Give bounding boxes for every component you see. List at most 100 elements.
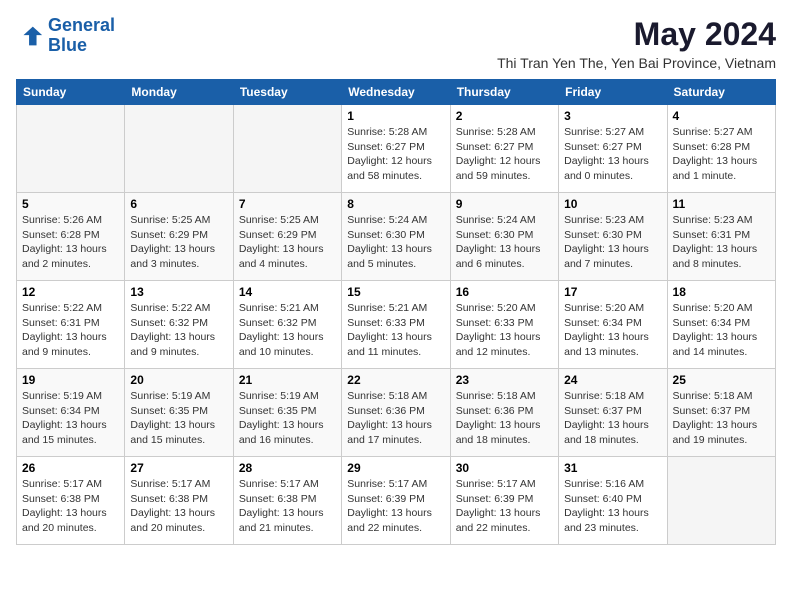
day-number: 19 bbox=[22, 373, 119, 387]
col-header-wednesday: Wednesday bbox=[342, 80, 450, 105]
day-number: 24 bbox=[564, 373, 661, 387]
day-number: 29 bbox=[347, 461, 444, 475]
calendar-cell: 8 Sunrise: 5:24 AMSunset: 6:30 PMDaylight… bbox=[342, 193, 450, 281]
day-info: Sunrise: 5:19 AMSunset: 6:35 PMDaylight:… bbox=[239, 389, 336, 448]
day-number: 21 bbox=[239, 373, 336, 387]
calendar-cell: 2 Sunrise: 5:28 AMSunset: 6:27 PMDaylight… bbox=[450, 105, 558, 193]
day-info: Sunrise: 5:24 AMSunset: 6:30 PMDaylight:… bbox=[456, 213, 553, 272]
day-info: Sunrise: 5:27 AMSunset: 6:27 PMDaylight:… bbox=[564, 125, 661, 184]
day-number: 4 bbox=[673, 109, 770, 123]
day-number: 12 bbox=[22, 285, 119, 299]
calendar-cell: 16 Sunrise: 5:20 AMSunset: 6:33 PMDayligh… bbox=[450, 281, 558, 369]
day-number: 1 bbox=[347, 109, 444, 123]
page-header: General Blue May 2024 Thi Tran Yen The, … bbox=[16, 16, 776, 71]
title-block: May 2024 Thi Tran Yen The, Yen Bai Provi… bbox=[497, 16, 776, 71]
calendar-cell: 20Sunrise: 5:19 AMSunset: 6:35 PMDayligh… bbox=[125, 369, 233, 457]
day-number: 27 bbox=[130, 461, 227, 475]
col-header-sunday: Sunday bbox=[17, 80, 125, 105]
calendar-cell: 31Sunrise: 5:16 AMSunset: 6:40 PMDayligh… bbox=[559, 457, 667, 545]
day-number: 15 bbox=[347, 285, 444, 299]
day-info: Sunrise: 5:27 AMSunset: 6:28 PMDaylight:… bbox=[673, 125, 770, 184]
calendar-cell: 11Sunrise: 5:23 AMSunset: 6:31 PMDayligh… bbox=[667, 193, 775, 281]
logo-line2: Blue bbox=[48, 35, 87, 55]
calendar-cell: 10 Sunrise: 5:23 AMSunset: 6:30 PMDayligh… bbox=[559, 193, 667, 281]
day-number: 25 bbox=[673, 373, 770, 387]
day-info: Sunrise: 5:20 AMSunset: 6:34 PMDaylight:… bbox=[564, 301, 661, 360]
day-number: 28 bbox=[239, 461, 336, 475]
day-info: Sunrise: 5:17 AMSunset: 6:39 PMDaylight:… bbox=[456, 477, 553, 536]
day-number: 31 bbox=[564, 461, 661, 475]
month-year: May 2024 bbox=[497, 16, 776, 53]
logo-icon bbox=[16, 22, 44, 50]
col-header-tuesday: Tuesday bbox=[233, 80, 341, 105]
calendar-cell: 6 Sunrise: 5:25 AMSunset: 6:29 PMDaylight… bbox=[125, 193, 233, 281]
calendar-cell: 29 Sunrise: 5:17 AMSunset: 6:39 PMDayligh… bbox=[342, 457, 450, 545]
day-number: 5 bbox=[22, 197, 119, 211]
day-info: Sunrise: 5:17 AMSunset: 6:39 PMDaylight:… bbox=[347, 477, 444, 536]
day-number: 9 bbox=[456, 197, 553, 211]
calendar-cell: 4 Sunrise: 5:27 AMSunset: 6:28 PMDaylight… bbox=[667, 105, 775, 193]
day-info: Sunrise: 5:28 AMSunset: 6:27 PMDaylight:… bbox=[347, 125, 444, 184]
day-number: 22 bbox=[347, 373, 444, 387]
calendar-cell: 23Sunrise: 5:18 AMSunset: 6:36 PMDayligh… bbox=[450, 369, 558, 457]
calendar-week-3: 12 Sunrise: 5:22 AMSunset: 6:31 PMDayligh… bbox=[17, 281, 776, 369]
day-info: Sunrise: 5:21 AMSunset: 6:33 PMDaylight:… bbox=[347, 301, 444, 360]
day-info: Sunrise: 5:20 AMSunset: 6:33 PMDaylight:… bbox=[456, 301, 553, 360]
calendar-cell: 27 Sunrise: 5:17 AMSunset: 6:38 PMDayligh… bbox=[125, 457, 233, 545]
day-number: 16 bbox=[456, 285, 553, 299]
day-number: 18 bbox=[673, 285, 770, 299]
calendar-cell: 9 Sunrise: 5:24 AMSunset: 6:30 PMDaylight… bbox=[450, 193, 558, 281]
day-number: 13 bbox=[130, 285, 227, 299]
location: Thi Tran Yen The, Yen Bai Province, Viet… bbox=[497, 55, 776, 71]
col-header-saturday: Saturday bbox=[667, 80, 775, 105]
day-info: Sunrise: 5:17 AMSunset: 6:38 PMDaylight:… bbox=[239, 477, 336, 536]
calendar-cell: 18 Sunrise: 5:20 AMSunset: 6:34 PMDayligh… bbox=[667, 281, 775, 369]
day-number: 17 bbox=[564, 285, 661, 299]
day-info: Sunrise: 5:21 AMSunset: 6:32 PMDaylight:… bbox=[239, 301, 336, 360]
day-number: 14 bbox=[239, 285, 336, 299]
calendar-cell: 3 Sunrise: 5:27 AMSunset: 6:27 PMDaylight… bbox=[559, 105, 667, 193]
col-header-friday: Friday bbox=[559, 80, 667, 105]
calendar-cell: 28 Sunrise: 5:17 AMSunset: 6:38 PMDayligh… bbox=[233, 457, 341, 545]
calendar-cell: 19 Sunrise: 5:19 AMSunset: 6:34 PMDayligh… bbox=[17, 369, 125, 457]
calendar-week-2: 5Sunrise: 5:26 AMSunset: 6:28 PMDaylight… bbox=[17, 193, 776, 281]
day-number: 23 bbox=[456, 373, 553, 387]
day-info: Sunrise: 5:22 AMSunset: 6:31 PMDaylight:… bbox=[22, 301, 119, 360]
day-info: Sunrise: 5:18 AMSunset: 6:36 PMDaylight:… bbox=[347, 389, 444, 448]
calendar-cell: 13 Sunrise: 5:22 AMSunset: 6:32 PMDayligh… bbox=[125, 281, 233, 369]
calendar-cell bbox=[667, 457, 775, 545]
calendar-cell: 30 Sunrise: 5:17 AMSunset: 6:39 PMDayligh… bbox=[450, 457, 558, 545]
day-number: 10 bbox=[564, 197, 661, 211]
day-number: 3 bbox=[564, 109, 661, 123]
day-info: Sunrise: 5:25 AMSunset: 6:29 PMDaylight:… bbox=[130, 213, 227, 272]
day-info: Sunrise: 5:17 AMSunset: 6:38 PMDaylight:… bbox=[130, 477, 227, 536]
day-info: Sunrise: 5:18 AMSunset: 6:37 PMDaylight:… bbox=[564, 389, 661, 448]
calendar-cell: 15 Sunrise: 5:21 AMSunset: 6:33 PMDayligh… bbox=[342, 281, 450, 369]
day-info: Sunrise: 5:23 AMSunset: 6:30 PMDaylight:… bbox=[564, 213, 661, 272]
calendar-week-4: 19 Sunrise: 5:19 AMSunset: 6:34 PMDayligh… bbox=[17, 369, 776, 457]
day-number: 30 bbox=[456, 461, 553, 475]
calendar-cell bbox=[233, 105, 341, 193]
day-number: 6 bbox=[130, 197, 227, 211]
day-info: Sunrise: 5:23 AMSunset: 6:31 PMDaylight:… bbox=[673, 213, 770, 272]
day-number: 8 bbox=[347, 197, 444, 211]
calendar-cell bbox=[17, 105, 125, 193]
calendar-table: SundayMondayTuesdayWednesdayThursdayFrid… bbox=[16, 79, 776, 545]
calendar-week-5: 26 Sunrise: 5:17 AMSunset: 6:38 PMDayligh… bbox=[17, 457, 776, 545]
day-info: Sunrise: 5:18 AMSunset: 6:37 PMDaylight:… bbox=[673, 389, 770, 448]
day-info: Sunrise: 5:28 AMSunset: 6:27 PMDaylight:… bbox=[456, 125, 553, 184]
day-info: Sunrise: 5:19 AMSunset: 6:34 PMDaylight:… bbox=[22, 389, 119, 448]
calendar-week-1: 1 Sunrise: 5:28 AMSunset: 6:27 PMDaylight… bbox=[17, 105, 776, 193]
day-number: 7 bbox=[239, 197, 336, 211]
logo-text: General Blue bbox=[48, 16, 115, 56]
calendar-cell: 12 Sunrise: 5:22 AMSunset: 6:31 PMDayligh… bbox=[17, 281, 125, 369]
calendar-cell: 26Sunrise: 5:17 AMSunset: 6:38 PMDayligh… bbox=[17, 457, 125, 545]
day-number: 26 bbox=[22, 461, 119, 475]
calendar-cell: 25 Sunrise: 5:18 AMSunset: 6:37 PMDayligh… bbox=[667, 369, 775, 457]
calendar-cell: 1 Sunrise: 5:28 AMSunset: 6:27 PMDaylight… bbox=[342, 105, 450, 193]
day-info: Sunrise: 5:22 AMSunset: 6:32 PMDaylight:… bbox=[130, 301, 227, 360]
calendar-cell: 24 Sunrise: 5:18 AMSunset: 6:37 PMDayligh… bbox=[559, 369, 667, 457]
day-info: Sunrise: 5:20 AMSunset: 6:34 PMDaylight:… bbox=[673, 301, 770, 360]
day-number: 2 bbox=[456, 109, 553, 123]
day-info: Sunrise: 5:24 AMSunset: 6:30 PMDaylight:… bbox=[347, 213, 444, 272]
